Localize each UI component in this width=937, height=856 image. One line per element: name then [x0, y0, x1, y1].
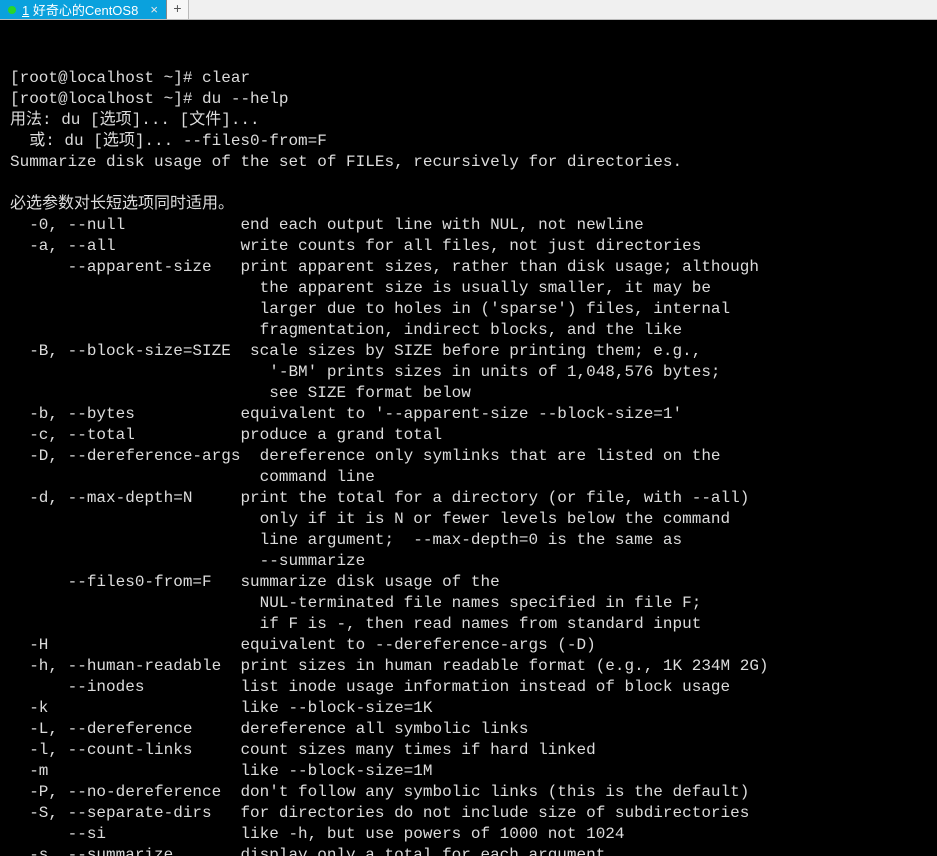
terminal-pane[interactable]: [root@localhost ~]# clear [root@localhos…	[0, 20, 937, 856]
tab-bar: 1 好奇心的CentOS8 × +	[0, 0, 937, 20]
add-tab-button[interactable]: +	[167, 0, 189, 19]
plus-icon: +	[173, 2, 181, 18]
terminal-output: [root@localhost ~]# clear [root@localhos…	[10, 68, 927, 856]
tab-title: 1 好奇心的CentOS8	[22, 0, 138, 19]
session-tab[interactable]: 1 好奇心的CentOS8 ×	[0, 0, 167, 19]
status-dot-icon	[8, 6, 16, 14]
app-window: 1 好奇心的CentOS8 × + [root@localhost ~]# cl…	[0, 0, 937, 856]
close-icon[interactable]: ×	[150, 2, 158, 17]
tab-title-rest: 好奇心的CentOS8	[29, 3, 138, 18]
